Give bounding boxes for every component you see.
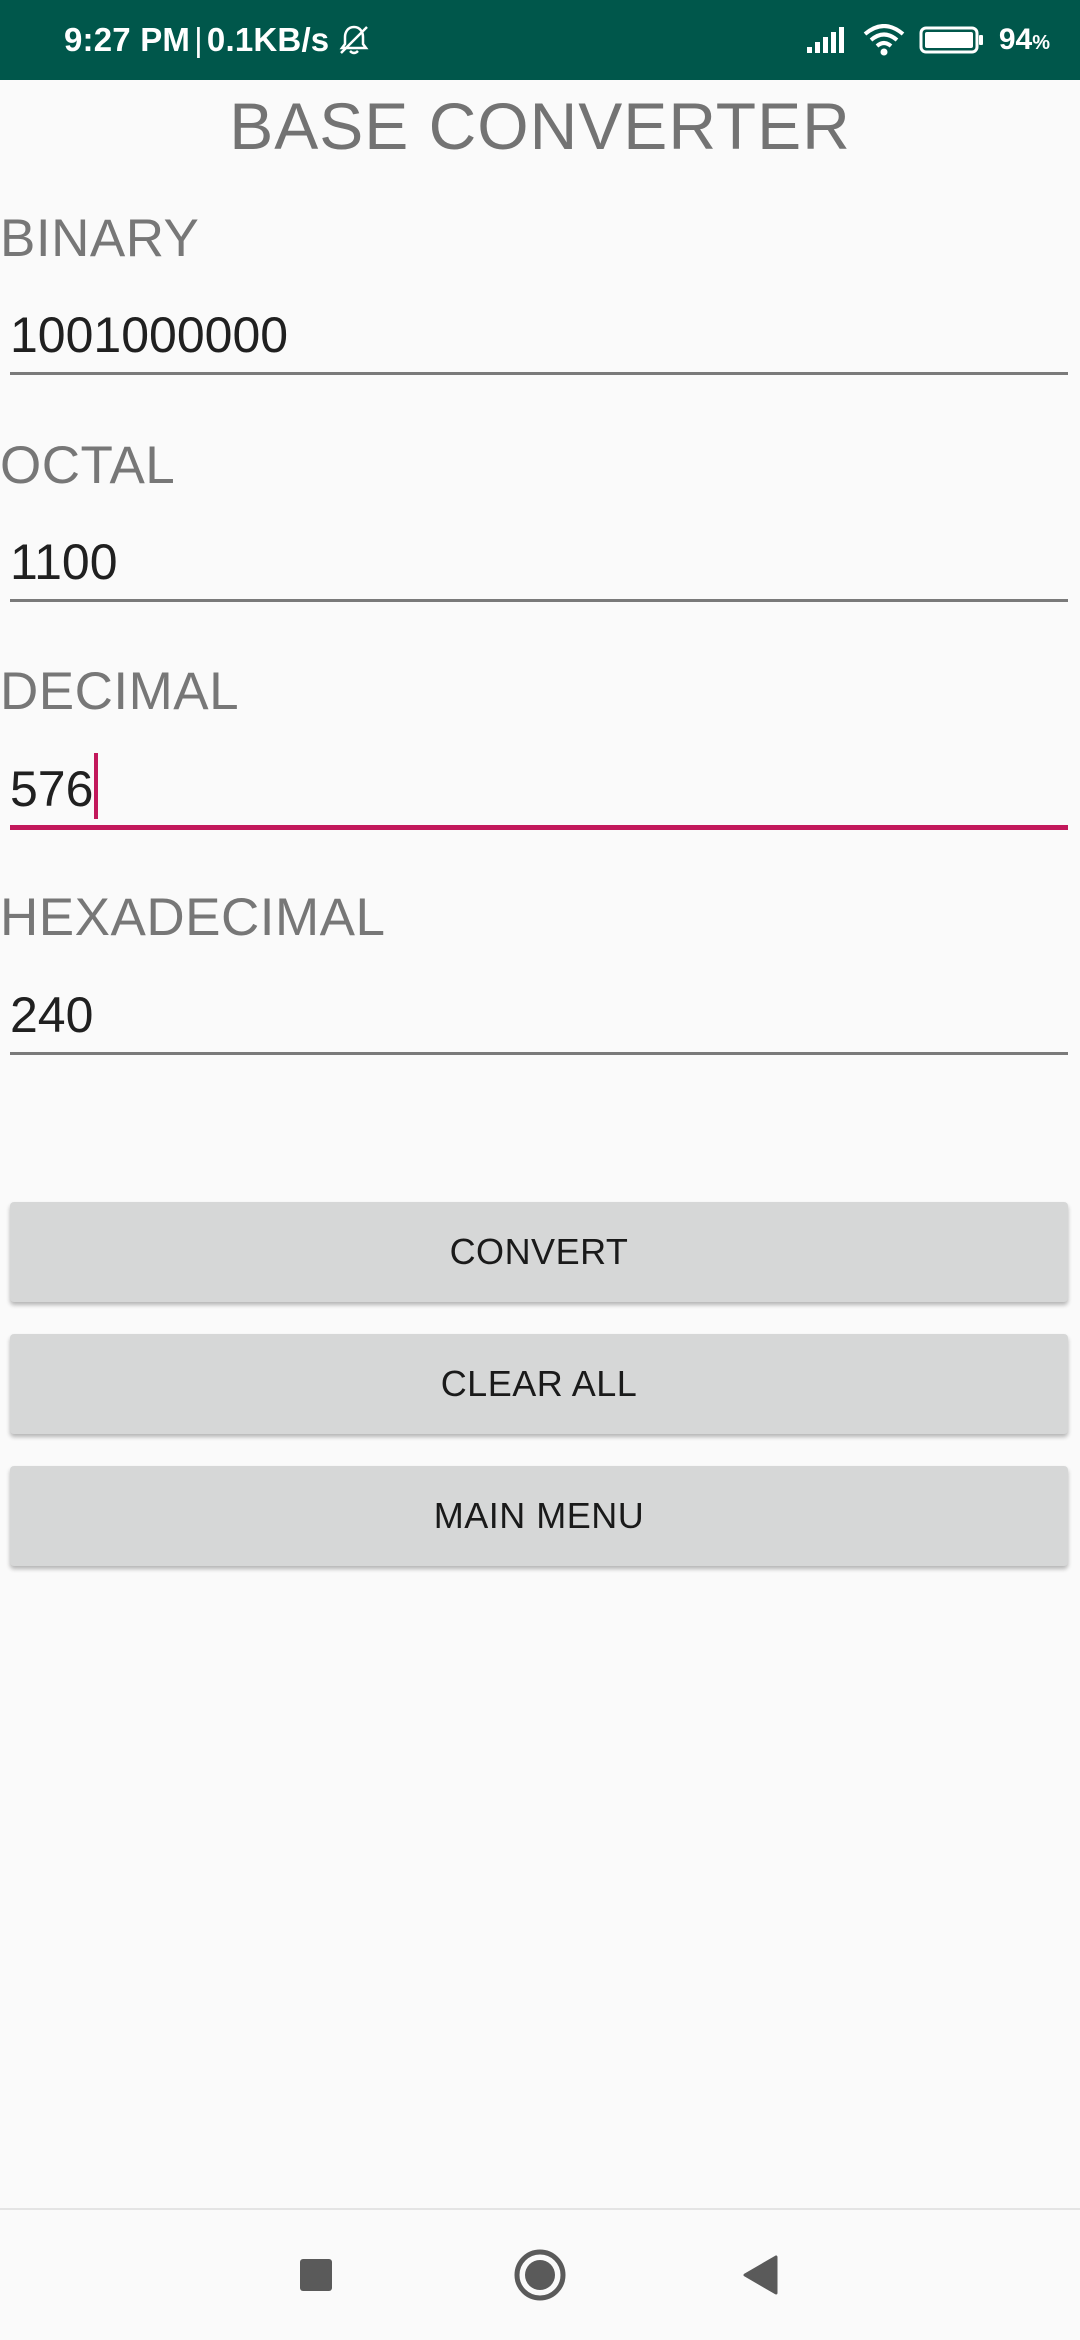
- status-left: 9:27 PM | 0.1KB/s: [64, 0, 371, 80]
- text-cursor: [94, 753, 98, 819]
- status-time: 9:27 PM: [64, 21, 191, 58]
- status-right: 94%: [805, 0, 1050, 80]
- cellular-signal-icon: [805, 25, 849, 55]
- octal-label: OCTAL: [0, 436, 176, 495]
- status-bar: 9:27 PM | 0.1KB/s 94%: [0, 0, 1080, 80]
- main-menu-button[interactable]: MAIN MENU: [10, 1466, 1068, 1566]
- bell-off-icon: [337, 23, 371, 57]
- decimal-label: DECIMAL: [0, 662, 240, 721]
- octal-input[interactable]: [10, 525, 1068, 602]
- decimal-input[interactable]: [10, 753, 1068, 830]
- binary-input[interactable]: [10, 298, 1068, 375]
- navigation-bar: [0, 2210, 1080, 2340]
- recents-square-icon[interactable]: [256, 2210, 376, 2340]
- binary-label: BINARY: [0, 209, 200, 268]
- battery-percent: 94%: [998, 23, 1050, 56]
- home-circle-icon[interactable]: [480, 2210, 600, 2340]
- clear-all-button[interactable]: CLEAR ALL: [10, 1334, 1068, 1434]
- battery-icon: [919, 25, 985, 55]
- page-title: BASE CONVERTER: [229, 89, 851, 163]
- wifi-icon: [863, 24, 905, 56]
- convert-button[interactable]: CONVERT: [10, 1202, 1068, 1302]
- back-triangle-icon[interactable]: [700, 2210, 820, 2340]
- status-separator: |: [194, 21, 203, 58]
- network-speed: 0.1KB/s: [206, 21, 330, 58]
- hexadecimal-input[interactable]: [10, 978, 1068, 1055]
- hexadecimal-label: HEXADECIMAL: [0, 888, 386, 947]
